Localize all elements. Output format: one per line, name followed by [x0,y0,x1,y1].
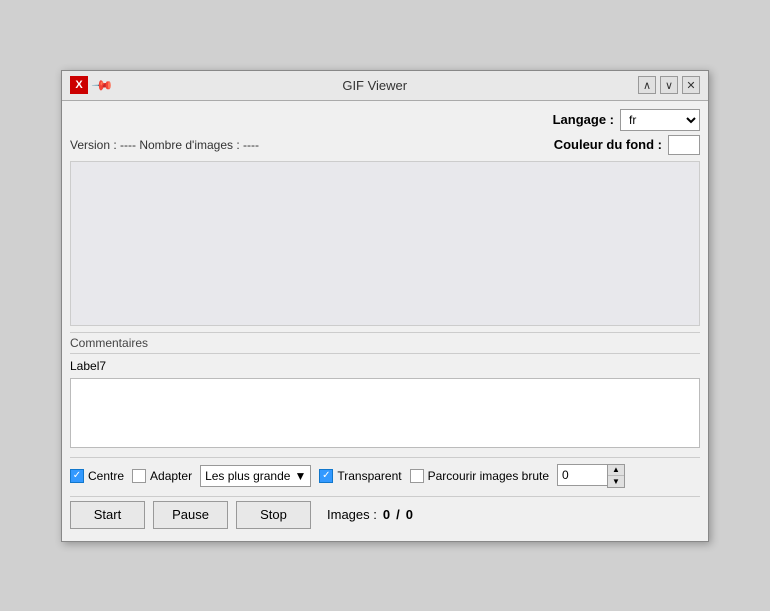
centre-group: Centre [70,469,124,483]
spinner-value: 0 [557,464,607,486]
buttons-row: Start Pause Stop Images : 0 / 0 [70,496,700,533]
version-text: Version : ---- Nombre d'images : ---- [70,138,259,152]
comments-textarea[interactable] [70,378,700,448]
content-area: Langage : fr en de es Version : ---- Nom… [62,101,708,541]
transparent-group: Transparent [319,469,401,483]
label7-text: Label7 [70,357,700,375]
spinner-group: 0 ▲ ▼ [557,464,625,488]
bg-color-section: Couleur du fond : [554,135,700,155]
size-dropdown-label: Les plus grande [205,469,290,483]
parcourir-group: Parcourir images brute [410,469,549,483]
language-select[interactable]: fr en de es [620,109,700,131]
pin-icon[interactable]: 📌 [91,73,115,97]
title-bar-controls: ∧ ∨ ✕ [638,76,700,94]
images-label: Images : [327,507,377,522]
parcourir-label: Parcourir images brute [428,469,549,483]
start-button[interactable]: Start [70,501,145,529]
images-current: 0 [383,507,390,522]
pause-button[interactable]: Pause [153,501,228,529]
dropdown-arrow-icon: ▼ [294,469,306,483]
title-bar-left: X 📌 [70,76,111,94]
adapter-checkbox[interactable] [132,469,146,483]
adapter-group: Adapter [132,469,192,483]
transparent-checkbox[interactable] [319,469,333,483]
images-info: Images : 0 / 0 [327,507,413,522]
bg-color-label: Couleur du fond : [554,137,662,152]
size-dropdown[interactable]: Les plus grande ▼ [200,465,311,487]
spinner-arrows: ▲ ▼ [607,464,625,488]
adapter-label: Adapter [150,469,192,483]
spinner-up-button[interactable]: ▲ [608,465,624,476]
info-row: Version : ---- Nombre d'images : ---- Co… [70,135,700,155]
stop-button[interactable]: Stop [236,501,311,529]
image-display-area [70,161,700,326]
spinner-down-button[interactable]: ▼ [608,476,624,487]
transparent-label: Transparent [337,469,401,483]
images-total: 0 [406,507,413,522]
minimize-button[interactable]: ∧ [638,76,656,94]
close-button[interactable]: ✕ [682,76,700,94]
parcourir-checkbox[interactable] [410,469,424,483]
options-row: Centre Adapter Les plus grande ▼ Transpa… [70,457,700,488]
maximize-button[interactable]: ∨ [660,76,678,94]
language-label: Langage : [553,112,614,127]
images-separator: / [396,507,400,522]
main-window: X 📌 GIF Viewer ∧ ∨ ✕ Langage : fr en de … [61,70,709,542]
comments-label: Commentaires [70,332,700,354]
window-title: GIF Viewer [111,78,638,93]
window-icon: X [70,76,88,94]
bg-color-box[interactable] [668,135,700,155]
language-row: Langage : fr en de es [70,109,700,131]
centre-label: Centre [88,469,124,483]
centre-checkbox[interactable] [70,469,84,483]
title-bar: X 📌 GIF Viewer ∧ ∨ ✕ [62,71,708,101]
